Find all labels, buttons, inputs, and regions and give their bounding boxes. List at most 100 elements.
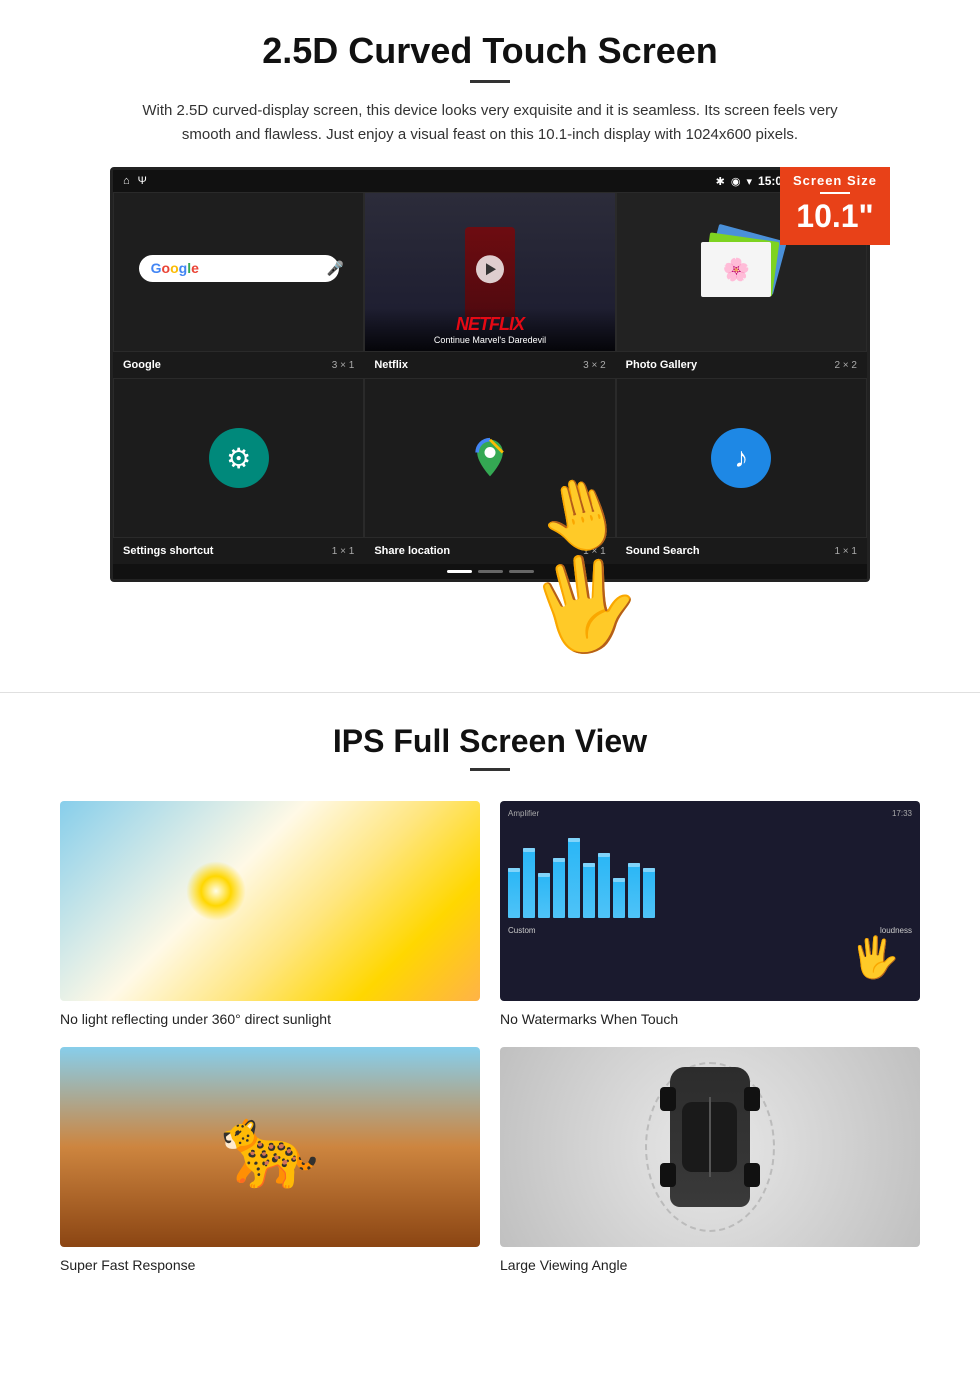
status-bar: ⌂ Ψ ✱ ◉ ▾ 15:06 ⊡ ◁) ⊠ ⬜: [113, 170, 867, 192]
usb-icon: Ψ: [138, 175, 147, 187]
amplifier-image: Amplifier 17:33 Custom l: [500, 801, 920, 1001]
gallery-app-name: Photo Gallery: [626, 359, 698, 371]
gallery-stack: 🌸: [701, 232, 781, 312]
settings-app-size: 1 × 1: [332, 546, 355, 557]
car-wheel-bl: [660, 1163, 676, 1187]
gallery-label-cell: Photo Gallery 2 × 2: [616, 356, 867, 374]
feature-fast-response: 🐆 Super Fast Response: [60, 1047, 480, 1273]
netflix-logo: NETFLIX: [373, 314, 606, 335]
app-grid-row1: Google 🎤 NETFLIX: [113, 192, 867, 352]
nav-dot-1: [447, 570, 472, 573]
amp-bar-1: [508, 868, 520, 918]
section2-title: IPS Full Screen View: [60, 723, 920, 760]
sound-search-icon: ♪: [711, 428, 771, 488]
share-app-name: Share location: [374, 545, 450, 557]
netflix-subtitle: Continue Marvel's Daredevil: [373, 335, 606, 345]
wifi-icon: ▾: [747, 175, 753, 188]
section1-description: With 2.5D curved-display screen, this de…: [140, 99, 840, 147]
sunlight-image: [60, 801, 480, 1001]
feature-watermark: Amplifier 17:33 Custom l: [500, 801, 920, 1027]
netflix-label-cell: Netflix 3 × 2: [364, 356, 615, 374]
sunlight-label: No light reflecting under 360° direct su…: [60, 1011, 480, 1027]
google-logo: Google: [151, 260, 199, 276]
section-divider: [0, 692, 980, 693]
bottom-nav: [113, 564, 867, 579]
amp-bar-6: [583, 863, 595, 918]
mic-icon: 🎤: [327, 260, 344, 277]
amp-bar-2: [523, 848, 535, 918]
amp-bar-4: [553, 858, 565, 918]
nav-dot-2: [478, 570, 503, 573]
feature-sunlight: No light reflecting under 360° direct su…: [60, 801, 480, 1027]
netflix-app-name: Netflix: [374, 359, 408, 371]
gear-icon: ⚙: [226, 442, 251, 475]
hand-section: 🖐: [100, 582, 880, 662]
car-body: [670, 1067, 750, 1207]
amp-bar-7: [598, 853, 610, 918]
hand-below-icon: 🖐: [521, 543, 650, 666]
google-app-size: 3 × 1: [332, 360, 355, 371]
gallery-app-size: 2 × 2: [834, 360, 857, 371]
badge-label: Screen Size: [784, 173, 886, 188]
car-wheel-tr: [744, 1087, 760, 1111]
netflix-app-cell[interactable]: NETFLIX Continue Marvel's Daredevil: [364, 192, 615, 352]
car-wheel-tl: [660, 1087, 676, 1111]
music-note-icon: ♪: [734, 442, 748, 474]
fast-response-label: Super Fast Response: [60, 1257, 480, 1273]
settings-app-cell[interactable]: ⚙: [113, 378, 364, 538]
hand-touch-icon: 🖐: [850, 934, 900, 981]
google-search-bar[interactable]: Google 🎤: [139, 255, 339, 282]
amp-bar-9: [628, 863, 640, 918]
badge-size: 10.1": [784, 198, 886, 235]
app-labels-row2: Settings shortcut 1 × 1 Share location 1…: [113, 538, 867, 564]
netflix-app-size: 3 × 2: [583, 360, 606, 371]
section1-title: 2.5D Curved Touch Screen: [60, 30, 920, 72]
status-left-icons: ⌂ Ψ: [123, 175, 147, 187]
sound-label-cell: Sound Search 1 × 1: [616, 542, 867, 560]
device-wrapper: Screen Size 10.1" ⌂ Ψ ✱ ◉ ▾ 15:06 ⊡ ◁) ⊠: [100, 167, 880, 662]
cheetah-image: 🐆: [60, 1047, 480, 1247]
share-location-app-cell[interactable]: 🤚: [364, 378, 615, 538]
app-labels-row1: Google 3 × 1 Netflix 3 × 2 Photo Gallery…: [113, 352, 867, 378]
gallery-card-3: 🌸: [701, 242, 771, 297]
bluetooth-icon: ✱: [716, 175, 725, 188]
watermark-label: No Watermarks When Touch: [500, 1011, 920, 1027]
google-search-input[interactable]: [207, 261, 327, 275]
car-image: [500, 1047, 920, 1247]
google-maps-icon: [465, 433, 515, 483]
cheetah-icon: 🐆: [220, 1100, 320, 1194]
amp-header: Amplifier 17:33: [508, 809, 912, 818]
home-icon: ⌂: [123, 175, 130, 187]
google-app-cell[interactable]: Google 🎤: [113, 192, 364, 352]
sunlight-rays: [186, 861, 246, 921]
flower-image: 🌸: [701, 242, 771, 297]
app-grid-row2: ⚙ 🤚: [113, 378, 867, 538]
car-center-line: [709, 1097, 711, 1177]
screen-size-badge: Screen Size 10.1": [780, 167, 890, 245]
amp-bar-8: [613, 878, 625, 918]
sound-search-app-cell[interactable]: ♪: [616, 378, 867, 538]
play-triangle-icon: [486, 263, 496, 275]
amp-time: 17:33: [892, 809, 912, 818]
amp-bar-10: [643, 868, 655, 918]
amp-bar-5: [568, 838, 580, 918]
play-button[interactable]: [476, 255, 504, 283]
location-icon: ◉: [731, 175, 741, 188]
amp-bar-3: [538, 873, 550, 918]
title-underline: [470, 80, 510, 83]
google-app-name: Google: [123, 359, 161, 371]
google-label-cell: Google 3 × 1: [113, 356, 364, 374]
settings-app-name: Settings shortcut: [123, 545, 213, 557]
section1-curved-touch: 2.5D Curved Touch Screen With 2.5D curve…: [0, 0, 980, 682]
feature-viewing-angle: Large Viewing Angle: [500, 1047, 920, 1273]
viewing-angle-label: Large Viewing Angle: [500, 1257, 920, 1273]
amp-custom: Custom: [508, 926, 536, 935]
netflix-overlay: NETFLIX Continue Marvel's Daredevil: [365, 308, 614, 351]
section2-underline: [470, 768, 510, 771]
settings-label-cell: Settings shortcut 1 × 1: [113, 542, 364, 560]
car-top-view: [650, 1067, 770, 1227]
amp-bars: [508, 822, 912, 922]
amp-title: Amplifier: [508, 809, 539, 818]
sound-app-name: Sound Search: [626, 545, 700, 557]
android-screen: ⌂ Ψ ✱ ◉ ▾ 15:06 ⊡ ◁) ⊠ ⬜: [110, 167, 870, 582]
